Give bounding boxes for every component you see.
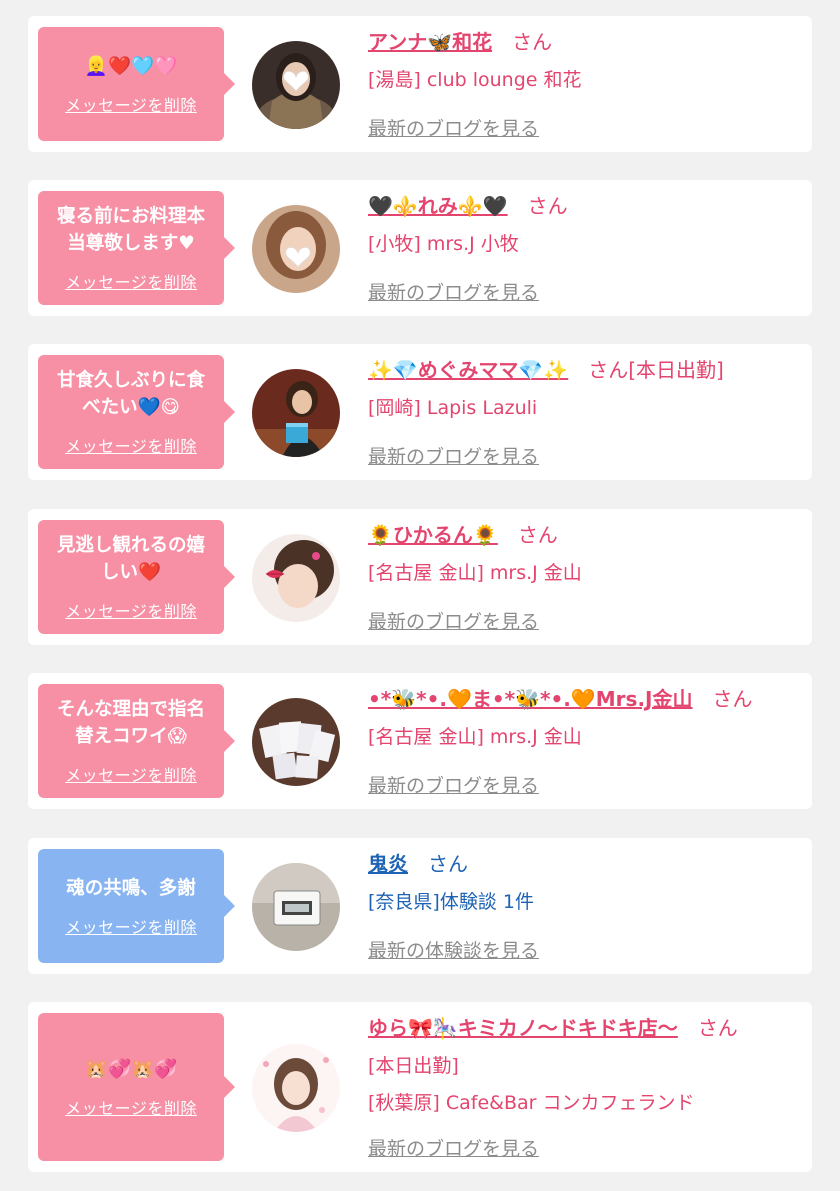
honorific: さん	[512, 30, 553, 54]
delete-message-link[interactable]: メッセージを削除	[65, 269, 197, 293]
cast-info: •*🐝*•.🧡ま•*🐝*•.🧡Mrs.J金山 さん [名古屋 金山] mrs.J…	[368, 683, 798, 749]
user-info: 鬼炎 さん [奈良県]体験談 1件	[368, 848, 798, 914]
cast-name-link[interactable]: ✨💎めぐみママ💎✨	[368, 354, 568, 383]
message-card: 魂の共鳴、多謝 メッセージを削除 鬼炎 さん [奈良県]体験談 1件 最新の体験…	[28, 838, 812, 974]
user-name-link[interactable]: 鬼炎	[368, 848, 408, 877]
cast-name-link[interactable]: 🖤⚜️れみ⚜️🖤	[368, 190, 508, 219]
cast-info: 🌻ひかるん🌻 さん [名古屋 金山] mrs.J 金山	[368, 519, 798, 585]
cast-avatar[interactable]	[252, 1044, 340, 1132]
message-card: 寝る前にお料理本 当尊敬します♥ メッセージを削除 🖤⚜️れみ⚜️🖤 さん [小…	[28, 180, 812, 316]
latest-blog-link[interactable]: 最新のブログを見る	[368, 114, 539, 141]
latest-blog-link[interactable]: 最新のブログを見る	[368, 607, 539, 634]
latest-blog-link[interactable]: 最新のブログを見る	[368, 1134, 539, 1161]
message-bubble: そんな理由で指名 替えコワイ😱 メッセージを削除	[38, 684, 235, 798]
shop-line: [秋葉原] Cafe&Bar コンカフェランド	[368, 1092, 695, 1114]
message-card: 🐹💞🐹💞 メッセージを削除 ゆら🎀🎠キミカノ～ドキドキ店～ さん [本日出勤]	[28, 1002, 812, 1172]
cast-name-link[interactable]: ゆら🎀🎠キミカノ～ドキドキ店～	[368, 1012, 678, 1041]
cast-name-link[interactable]: 🌻ひかるん🌻	[368, 519, 498, 548]
latest-blog-link[interactable]: 最新のブログを見る	[368, 278, 539, 305]
delete-message-link[interactable]: メッセージを削除	[65, 914, 197, 938]
honorific: さん	[712, 687, 753, 711]
honorific: さん	[697, 1016, 738, 1040]
honorific: さん	[428, 852, 468, 876]
delete-message-link[interactable]: メッセージを削除	[65, 598, 197, 622]
honorific: さん	[527, 194, 568, 218]
latest-blog-link[interactable]: 最新のブログを見る	[368, 771, 539, 798]
honorific: さん	[517, 523, 558, 547]
message-card: 甘食久しぶりに食 べたい💙😋 メッセージを削除 ✨💎めぐみママ💎✨ さん [本日…	[28, 344, 812, 480]
latest-review-link[interactable]: 最新の体験談を見る	[368, 936, 539, 963]
shop-line: [名古屋 金山] mrs.J 金山	[368, 726, 582, 748]
message-text: 甘食久しぶりに食 べたい💙😋	[56, 370, 205, 418]
cast-info: ゆら🎀🎠キミカノ～ドキドキ店～ さん [本日出勤] [秋葉原] Cafe&Bar…	[368, 1012, 798, 1115]
message-text: 見逃し観れるの嬉 しい❤️	[56, 535, 205, 583]
delete-message-link[interactable]: メッセージを削除	[65, 1095, 197, 1119]
message-bubble: 見逃し観れるの嬉 しい❤️ メッセージを削除	[38, 520, 235, 634]
honorific: さん	[588, 358, 629, 382]
message-bubble: 寝る前にお料理本 当尊敬します♥ メッセージを削除	[38, 191, 235, 305]
delete-message-link[interactable]: メッセージを削除	[65, 762, 197, 786]
message-bubble: 🐹💞🐹💞 メッセージを削除	[38, 1013, 235, 1161]
latest-blog-link[interactable]: 最新のブログを見る	[368, 442, 539, 469]
delete-message-link[interactable]: メッセージを削除	[65, 433, 197, 457]
message-card: そんな理由で指名 替えコワイ😱 メッセージを削除 •*🐝*•.🧡ま•*🐝*•.🧡…	[28, 673, 812, 809]
cast-avatar[interactable]	[252, 205, 340, 293]
message-bubble: 甘食久しぶりに食 べたい💙😋 メッセージを削除	[38, 355, 235, 469]
delete-message-link[interactable]: メッセージを削除	[65, 92, 197, 116]
status-text: [本日出勤]	[628, 358, 724, 382]
message-text: そんな理由で指名 替えコワイ😱	[56, 699, 205, 747]
message-card: 見逃し観れるの嬉 しい❤️ メッセージを削除 🌻ひかるん🌻 さん [名古屋 金山…	[28, 509, 812, 645]
shop-line: [岡崎] Lapis Lazuli	[368, 397, 538, 419]
cast-avatar[interactable]	[252, 369, 340, 457]
status-line: [本日出勤]	[368, 1055, 459, 1077]
user-avatar[interactable]	[252, 863, 340, 951]
shop-line: [小牧] mrs.J 小牧	[368, 233, 519, 255]
message-bubble: 👱‍♀️❤️🩵🩷 メッセージを削除	[38, 27, 235, 141]
shop-line: [湯島] club lounge 和花	[368, 69, 582, 91]
cast-name-link[interactable]: •*🐝*•.🧡ま•*🐝*•.🧡Mrs.J金山	[368, 683, 692, 712]
cast-avatar[interactable]	[252, 534, 340, 622]
message-text: 寝る前にお料理本 当尊敬します♥	[56, 206, 205, 254]
shop-line: [名古屋 金山] mrs.J 金山	[368, 562, 582, 584]
message-text: 👱‍♀️❤️🩵🩷	[84, 55, 178, 77]
cast-info: アンナ🦋和花 さん [湯島] club lounge 和花	[368, 26, 798, 92]
cast-info: 🖤⚜️れみ⚜️🖤 さん [小牧] mrs.J 小牧	[368, 190, 798, 256]
message-bubble: 魂の共鳴、多謝 メッセージを削除	[38, 849, 235, 963]
message-text: 🐹💞🐹💞	[84, 1058, 178, 1080]
cast-avatar[interactable]	[252, 41, 340, 129]
message-list: 👱‍♀️❤️🩵🩷 メッセージを削除 アンナ🦋和花 さん [湯島] club lo…	[0, 0, 840, 1191]
message-text: 魂の共鳴、多謝	[66, 877, 196, 899]
message-card: 👱‍♀️❤️🩵🩷 メッセージを削除 アンナ🦋和花 さん [湯島] club lo…	[28, 16, 812, 152]
cast-info: ✨💎めぐみママ💎✨ さん [本日出勤] [岡崎] Lapis Lazuli	[368, 354, 798, 420]
cast-name-link[interactable]: アンナ🦋和花	[368, 26, 492, 55]
review-count-line: [奈良県]体験談 1件	[368, 891, 534, 913]
cast-avatar[interactable]	[252, 698, 340, 786]
